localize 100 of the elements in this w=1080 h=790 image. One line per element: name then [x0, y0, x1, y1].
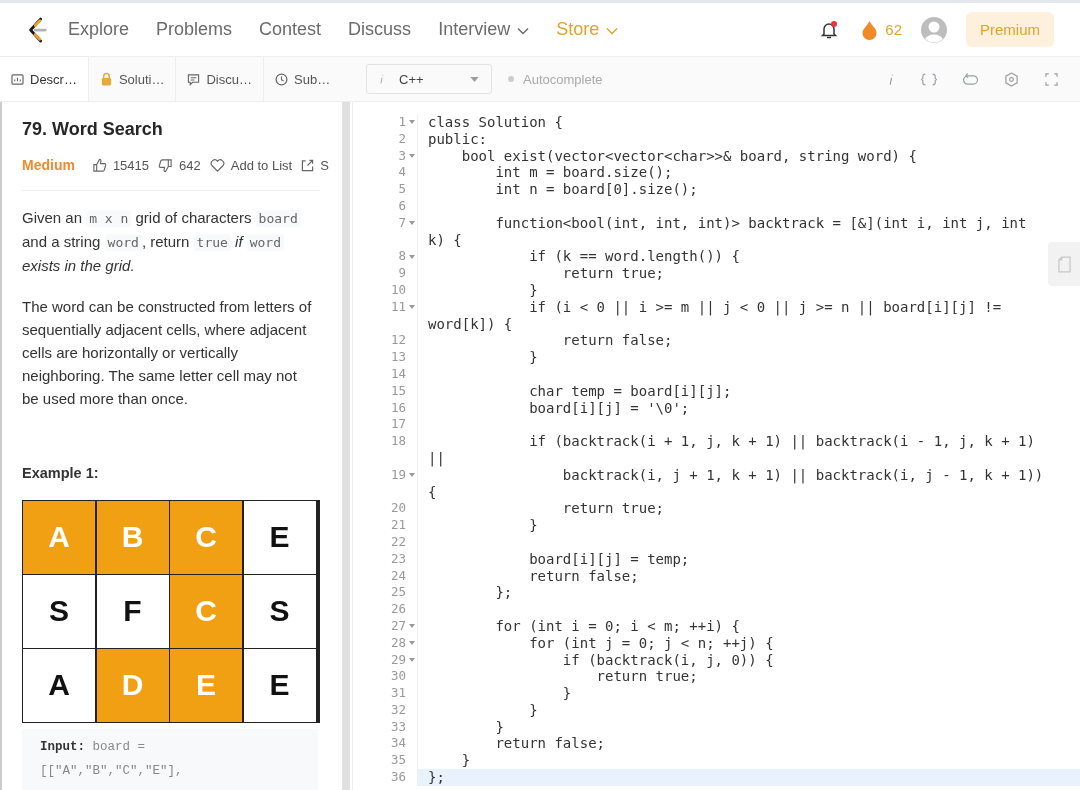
add-to-list-button[interactable]: Add to List — [209, 157, 293, 173]
example-input-text: [["A","B","C","E"], — [40, 762, 184, 780]
code-line: class Solution { — [428, 114, 563, 131]
reset-icon[interactable] — [963, 72, 978, 86]
line-number: 1 — [398, 114, 406, 131]
difficulty-label: Medium — [22, 157, 75, 173]
fold-icon[interactable] — [409, 221, 415, 226]
dislike-button[interactable]: 642 — [158, 157, 201, 173]
code-line: return true; — [561, 500, 664, 518]
code-line: board[i][j] = '\0'; — [528, 399, 690, 417]
settings-icon[interactable] — [1004, 71, 1019, 87]
chat-icon — [187, 72, 201, 86]
code-line: for (int j = 0; j < n; ++j) { — [528, 634, 774, 652]
nav-link[interactable]: Explore — [68, 19, 130, 40]
line-number: 8 — [398, 248, 406, 266]
example-title: Example 1: — [22, 465, 100, 481]
grid-cell: F — [96, 575, 169, 648]
code-line: if (k == word.length()) { — [528, 248, 740, 266]
line-number: 27 — [390, 617, 406, 635]
copy-icon — [1057, 255, 1071, 273]
fold-icon[interactable] — [409, 657, 415, 662]
chevron-down-icon[interactable] — [517, 26, 530, 35]
code-line: || — [428, 449, 445, 467]
nav-link[interactable]: Interview — [438, 19, 530, 40]
scrollbar[interactable] — [342, 102, 350, 790]
fold-icon[interactable] — [409, 641, 415, 646]
line-number: 11 — [390, 298, 406, 316]
info-icon[interactable] — [888, 72, 895, 86]
code-line: return false; — [528, 567, 639, 585]
fullscreen-icon[interactable] — [1045, 72, 1058, 86]
language-select[interactable]: C++ — [366, 64, 492, 94]
notification-bell-icon[interactable] — [819, 19, 840, 40]
line-number: 32 — [390, 701, 406, 719]
code-line: word[k]) { — [428, 315, 513, 333]
grid-cell: A — [23, 501, 95, 574]
code-line: } — [528, 517, 538, 534]
code-line: char temp = board[i][j]; — [528, 382, 732, 400]
thumbs-up-icon — [91, 157, 107, 173]
share-icon — [301, 158, 315, 172]
panel-tab[interactable]: Discu… — [176, 57, 264, 101]
line-number: 16 — [390, 399, 406, 417]
grid-cell: B — [96, 501, 169, 574]
line-number: 31 — [390, 685, 406, 702]
avatar-icon[interactable] — [920, 15, 948, 44]
line-number: 12 — [390, 332, 406, 350]
fold-icon[interactable] — [409, 305, 415, 310]
panel-tab[interactable]: Soluti… — [88, 57, 177, 101]
fold-icon[interactable] — [409, 254, 415, 259]
grid-cell: S — [243, 575, 316, 648]
grid-cell: D — [96, 649, 169, 722]
line-number: 14 — [390, 365, 406, 383]
panel-tab[interactable]: Descr… — [0, 57, 89, 101]
line-number: 15 — [390, 382, 406, 400]
example-input-text: Input: board = — [40, 738, 147, 756]
code-line: } — [528, 349, 538, 366]
line-number: 34 — [390, 735, 406, 753]
line-number: 30 — [390, 668, 406, 686]
like-button[interactable]: 15415 — [91, 157, 150, 173]
line-number: 13 — [390, 349, 406, 366]
nav-link[interactable]: Problems — [156, 19, 233, 40]
line-number: 36 — [390, 769, 406, 786]
line-number: 35 — [390, 752, 406, 770]
flame-icon — [861, 19, 879, 40]
lock-icon — [99, 72, 113, 86]
nav-link[interactable]: Contest — [259, 19, 322, 40]
problem-paragraph: The word can be constructed from letters of sequentially adjacent cells, where adjacent cells are horizontally or vertically neighboring. The same letter cell may not be used more than once. — [22, 297, 313, 409]
line-number: 17 — [390, 416, 406, 434]
logo-icon[interactable] — [26, 16, 48, 43]
line-number: 22 — [390, 533, 406, 551]
share-button[interactable]: S — [301, 157, 329, 173]
line-number: 24 — [390, 567, 406, 585]
heart-icon — [209, 158, 225, 172]
fold-icon[interactable] — [409, 154, 415, 158]
braces-icon[interactable] — [921, 72, 937, 86]
fold-icon[interactable] — [409, 624, 415, 629]
line-number: 3 — [398, 147, 406, 165]
nav-link[interactable]: Discuss — [348, 19, 412, 40]
grid-cell: E — [170, 649, 242, 722]
grid-cell: E — [243, 649, 316, 722]
code-line: if (i < 0 || i >= m || j < 0 || j >= n || board[i][j] != — [528, 298, 1002, 316]
streak-count: 62 — [885, 21, 902, 38]
code-line: backtrack(i, j + 1, k + 1) || backtrack(i, j - 1, k + 1)) — [561, 466, 1044, 484]
line-number: 7 — [398, 214, 406, 232]
line-number: 5 — [398, 181, 406, 198]
chevron-down-icon[interactable] — [606, 26, 619, 35]
caret-icon — [470, 76, 479, 82]
description-icon — [11, 73, 24, 85]
code-line: if (backtrack(i, j, 0)) { — [561, 651, 774, 669]
code-line: int m = board.size(); — [494, 164, 673, 182]
problem-paragraph: Given an m x n grid of characters board and a string word , return true if word exists in the grid. — [22, 206, 314, 277]
line-number: 19 — [390, 466, 406, 484]
grid-cell: A — [23, 649, 95, 722]
info-icon — [379, 73, 385, 85]
line-number: 21 — [390, 517, 406, 534]
code-line: } — [460, 752, 471, 770]
line-number: 23 — [390, 550, 406, 568]
clock-icon — [275, 72, 288, 86]
fold-icon[interactable] — [409, 473, 415, 478]
panel-tab[interactable]: Sub… — [264, 57, 342, 101]
fold-icon[interactable] — [409, 120, 415, 125]
